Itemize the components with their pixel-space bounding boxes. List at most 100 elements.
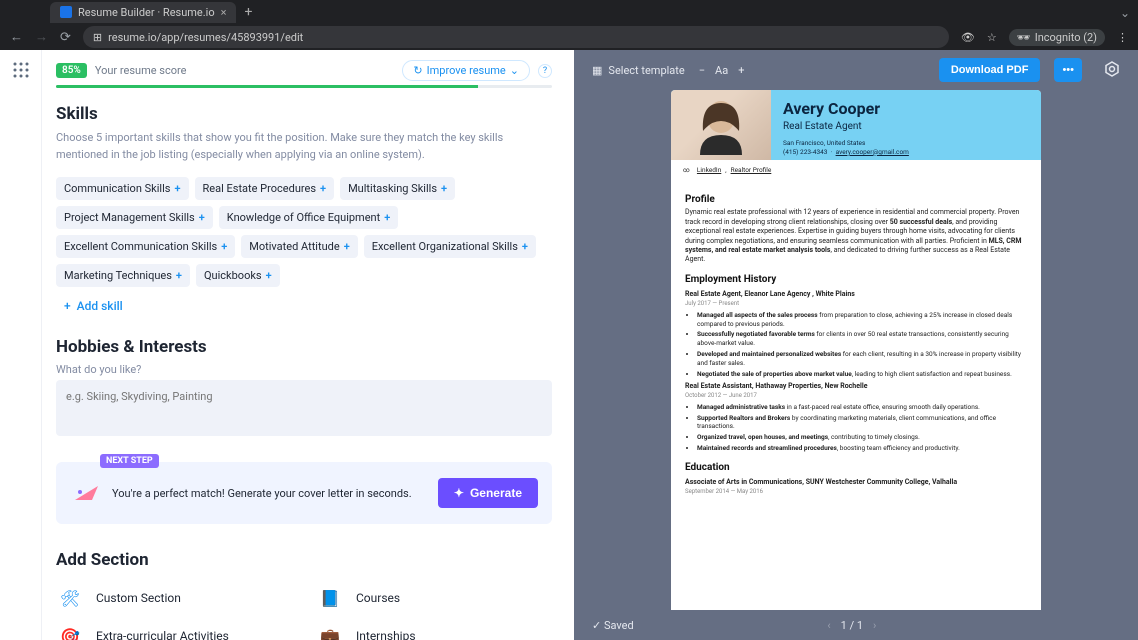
plus-icon: + xyxy=(441,182,447,195)
custom-icon: 🛠 xyxy=(56,584,84,612)
zoom-out-icon[interactable]: − xyxy=(699,64,705,77)
score-label: Your resume score xyxy=(95,64,187,77)
zoom-in-icon[interactable]: + xyxy=(738,64,744,77)
add-skill-button[interactable]: + Add skill xyxy=(64,299,552,313)
resume-name: Avery Cooper xyxy=(783,98,1029,120)
job2-title: Real Estate Assistant, Hathaway Properti… xyxy=(685,382,1027,391)
section-courses[interactable]: 📘Courses xyxy=(316,584,552,612)
generate-banner: NEXT STEP You're a perfect match! Genera… xyxy=(56,462,552,524)
activities-icon: 🎯 xyxy=(56,622,84,640)
sync-icon: ↻ xyxy=(413,64,422,77)
job2-bullets: Managed administrative tasks in a fast-p… xyxy=(697,403,1027,453)
app-root: 85% Your resume score ↻ Improve resume ⌄… xyxy=(0,50,1138,640)
apps-grid-icon[interactable] xyxy=(13,62,29,640)
resume-phone: (415) 223-4343 xyxy=(783,148,827,156)
generate-button[interactable]: ✦ Generate xyxy=(438,478,538,508)
section-internships[interactable]: 💼Internships xyxy=(316,622,552,640)
section-custom[interactable]: 🛠Custom Section xyxy=(56,584,292,612)
skill-pill[interactable]: Excellent Communication Skills+ xyxy=(56,235,235,258)
menu-icon[interactable]: ⋮ xyxy=(1117,31,1128,44)
editor-panel: 85% Your resume score ↻ Improve resume ⌄… xyxy=(42,50,574,640)
profile-heading: Profile xyxy=(685,193,1027,207)
plus-icon: + xyxy=(199,211,205,224)
job1-dates: July 2017 — Present xyxy=(685,300,1027,308)
help-icon[interactable]: ? xyxy=(538,64,552,78)
page-indicator: 1 / 1 xyxy=(841,619,863,632)
incognito-icon: 🕶 xyxy=(1017,31,1031,44)
font-icon[interactable]: Aa xyxy=(715,64,728,77)
edu-dates: September 2014 — May 2016 xyxy=(685,488,1027,496)
settings-icon[interactable] xyxy=(1104,61,1120,80)
select-template-button[interactable]: ▦ Select template xyxy=(592,64,685,77)
skill-pill[interactable]: Knowledge of Office Equipment+ xyxy=(219,206,398,229)
resume-email: avery.cooper@gmail.com xyxy=(836,148,909,156)
browser-tab[interactable]: Resume Builder · Resume.io × xyxy=(50,2,236,23)
download-pdf-button[interactable]: Download PDF xyxy=(939,58,1041,82)
education-heading: Education xyxy=(685,461,1027,475)
section-extracurricular[interactable]: 🎯Extra-curricular Activities xyxy=(56,622,292,640)
chevron-down-icon: ⌄ xyxy=(510,64,519,77)
eye-icon[interactable]: 👁 xyxy=(961,31,975,44)
preview-panel: ▦ Select template − Aa + Download PDF ••… xyxy=(574,50,1138,640)
next-step-badge: NEXT STEP xyxy=(100,454,159,468)
forward-icon[interactable]: → xyxy=(35,29,48,45)
close-icon[interactable]: × xyxy=(221,6,227,19)
next-page-icon[interactable]: › xyxy=(873,619,876,632)
zoom-controls: − Aa + xyxy=(699,64,745,77)
skill-pill[interactable]: Quickbooks+ xyxy=(196,264,280,287)
resume-photo xyxy=(671,90,771,160)
plus-icon: + xyxy=(320,182,326,195)
browser-chrome: Resume Builder · Resume.io × + ⌄ ← → ⟳ ⊞… xyxy=(0,0,1138,50)
job1-bullets: Managed all aspects of the sales process… xyxy=(697,311,1027,378)
plus-icon: + xyxy=(221,240,227,253)
url-text: resume.io/app/resumes/45893991/edit xyxy=(108,31,303,44)
employment-heading: Employment History xyxy=(685,273,1027,287)
skill-pill[interactable]: Excellent Organizational Skills+ xyxy=(364,235,536,258)
left-rail xyxy=(0,50,42,640)
new-tab-button[interactable]: + xyxy=(244,4,252,20)
star-icon[interactable]: ☆ xyxy=(987,31,997,44)
skill-pill[interactable]: Motivated Attitude+ xyxy=(241,235,357,258)
plus-icon: + xyxy=(266,269,272,282)
resume-link-realtor: Realtor Profile xyxy=(731,166,772,175)
plus-icon: + xyxy=(174,182,180,195)
score-progress xyxy=(56,85,552,88)
add-section-heading: Add Section xyxy=(56,550,552,570)
skills-heading: Skills xyxy=(56,104,552,124)
resume-role: Real Estate Agent xyxy=(783,120,1029,134)
prev-page-icon[interactable]: ‹ xyxy=(827,619,830,632)
skill-pill[interactable]: Real Estate Procedures+ xyxy=(195,177,335,200)
window-expand-icon[interactable]: ⌄ xyxy=(1120,6,1130,20)
address-bar[interactable]: ⊞ resume.io/app/resumes/45893991/edit xyxy=(83,26,949,48)
plus-icon: + xyxy=(176,269,182,282)
hobbies-input[interactable] xyxy=(56,380,552,436)
hobbies-label: What do you like? xyxy=(56,363,552,376)
incognito-indicator[interactable]: 🕶 Incognito (2) xyxy=(1009,29,1105,46)
tab-title: Resume Builder · Resume.io xyxy=(78,6,215,19)
skills-description: Choose 5 important skills that show you … xyxy=(56,130,552,163)
internships-icon: 💼 xyxy=(316,622,344,640)
check-icon: ✓ xyxy=(592,619,601,632)
skills-pills: Communication Skills+ Real Estate Proced… xyxy=(56,177,552,287)
lock-icon: ⊞ xyxy=(93,31,102,44)
improve-resume-button[interactable]: ↻ Improve resume ⌄ xyxy=(402,60,530,81)
job1-title: Real Estate Agent, Eleanor Lane Agency ,… xyxy=(685,290,1027,299)
sparkle-icon: ✦ xyxy=(454,486,464,500)
plus-icon: + xyxy=(522,240,528,253)
plus-icon: + xyxy=(64,299,71,313)
favicon xyxy=(60,6,72,18)
rocket-icon xyxy=(70,482,100,504)
plus-icon: + xyxy=(344,240,350,253)
plus-icon: + xyxy=(384,211,390,224)
hobbies-heading: Hobbies & Interests xyxy=(56,337,552,357)
reload-icon[interactable]: ⟳ xyxy=(60,30,71,45)
back-icon[interactable]: ← xyxy=(10,29,23,45)
skill-pill[interactable]: Marketing Techniques+ xyxy=(56,264,190,287)
skill-pill[interactable]: Multitasking Skills+ xyxy=(340,177,455,200)
courses-icon: 📘 xyxy=(316,584,344,612)
more-button[interactable]: ••• xyxy=(1054,58,1082,82)
skill-pill[interactable]: Project Management Skills+ xyxy=(56,206,213,229)
profile-text: Dynamic real estate professional with 12… xyxy=(685,208,1027,265)
job2-dates: October 2012 — June 2017 xyxy=(685,392,1027,400)
skill-pill[interactable]: Communication Skills+ xyxy=(56,177,189,200)
